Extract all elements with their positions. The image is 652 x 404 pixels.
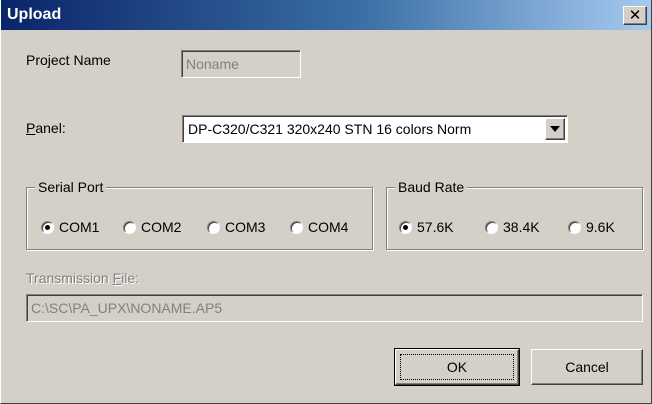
- radio-com4-label: COM4: [308, 219, 349, 235]
- transmission-file-field: C:\SC\PA_UPX\NONAME.AP5: [26, 294, 643, 322]
- radio-com2[interactable]: COM2: [123, 219, 181, 235]
- cancel-button-label: Cancel: [565, 359, 609, 375]
- cancel-button[interactable]: Cancel: [531, 349, 643, 385]
- close-button[interactable]: ✕: [623, 6, 647, 25]
- radio-com1[interactable]: COM1: [41, 219, 99, 235]
- ok-button[interactable]: OK: [394, 348, 520, 386]
- radio-circle[interactable]: [290, 220, 303, 234]
- radio-com1-label: COM1: [59, 219, 100, 235]
- radio-circle[interactable]: [485, 220, 498, 234]
- serial-port-group: Serial Port COM1 COM2 COM3 COM4: [26, 178, 373, 250]
- focus-rect: [400, 354, 514, 380]
- radio-com3[interactable]: COM3: [207, 219, 265, 235]
- radio-circle[interactable]: [399, 220, 412, 234]
- radio-38-4k[interactable]: 38.4K: [485, 219, 540, 235]
- radio-circle[interactable]: [568, 220, 581, 234]
- radio-9-6k-label: 9.6K: [586, 219, 615, 235]
- window-title: Upload: [7, 6, 62, 23]
- upload-dialog: Upload ✕ Project Name Noname Panel: DP-C…: [0, 0, 652, 404]
- baud-rate-group: Baud Rate 57.6K 38.4K 9.6K: [386, 178, 643, 250]
- radio-57-6k[interactable]: 57.6K: [399, 219, 454, 235]
- chevron-down-icon[interactable]: [545, 118, 565, 140]
- radio-circle[interactable]: [41, 220, 54, 234]
- radio-com3-label: COM3: [225, 219, 266, 235]
- radio-57-6k-label: 57.6K: [417, 219, 454, 235]
- panel-select-value: DP-C320/C321 320x240 STN 16 colors Norm: [188, 121, 472, 137]
- transmission-file-label: Transmission File:: [26, 270, 140, 286]
- close-icon: ✕: [628, 7, 642, 24]
- panel-label: Panel:: [26, 120, 66, 136]
- radio-9-6k[interactable]: 9.6K: [568, 219, 615, 235]
- project-name-label: Project Name: [26, 52, 111, 68]
- radio-com2-label: COM2: [141, 219, 182, 235]
- radio-com4[interactable]: COM4: [290, 219, 348, 235]
- project-name-field: Noname: [181, 50, 301, 78]
- serial-port-legend: Serial Port: [35, 178, 107, 196]
- baud-rate-legend: Baud Rate: [395, 178, 468, 196]
- radio-circle[interactable]: [207, 220, 220, 234]
- radio-circle[interactable]: [123, 220, 136, 234]
- panel-select[interactable]: DP-C320/C321 320x240 STN 16 colors Norm: [182, 115, 568, 143]
- title-bar[interactable]: Upload ✕: [1, 0, 651, 30]
- radio-38-4k-label: 38.4K: [503, 219, 540, 235]
